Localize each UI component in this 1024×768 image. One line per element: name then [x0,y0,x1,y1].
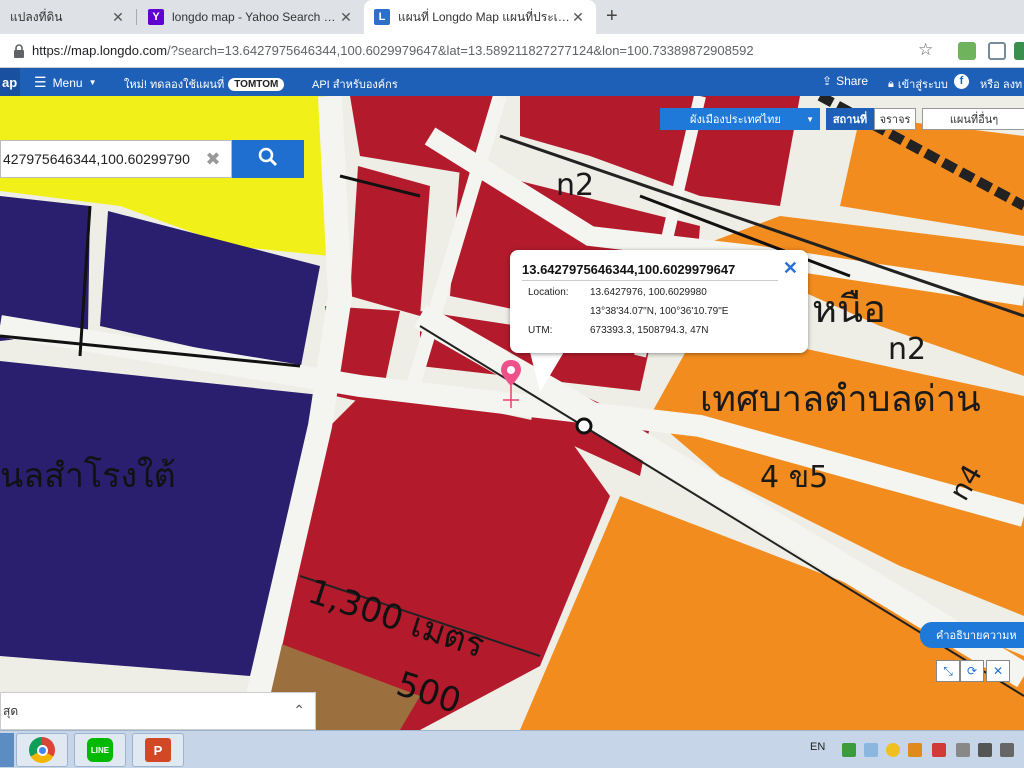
powerpoint-icon: P [145,738,171,762]
tab-divider [136,9,137,25]
location-pin-icon[interactable] [500,360,522,415]
close-icon[interactable]: ✕ [110,9,126,26]
share-button[interactable]: ⇪ Share [822,74,868,88]
menu-label: Menu [52,75,83,90]
results-label: สุด [3,703,19,718]
popup-tail [530,352,564,392]
language-indicator[interactable]: EN [810,741,825,753]
traffic-layer-button[interactable]: จราจร [874,108,916,130]
tomtom-promo[interactable]: ใหม่! ทดลองใช้แผนที่ TOMTOM [124,75,285,93]
chrome-icon [29,737,55,763]
other-maps-button[interactable]: แผนที่อื่นๆ [922,108,1024,130]
chrome-taskbar-button[interactable] [16,733,68,767]
rotate-icon[interactable]: ⟳ [960,660,984,682]
search-box: ✖ [0,140,232,178]
tab-yahoo-search[interactable]: Y longdo map - Yahoo Search Res ✕ [138,0,364,34]
login-button[interactable]: 🔒︎ เข้าสู่ระบบ [888,75,948,93]
chevron-up-icon[interactable]: ⌃ [293,702,305,719]
share-label: Share [836,74,869,88]
tab-longdo-map[interactable]: L แผนที่ Longdo Map แผนที่ประเทศไ ✕ [364,0,596,34]
extension-icon[interactable] [1014,42,1024,60]
lock-icon: 🔒︎ [888,77,894,90]
tray-network-icon[interactable] [864,743,878,757]
chevron-down-icon: ▼ [88,78,97,87]
search-results-bar[interactable]: สุด ⌃ [0,692,316,730]
longdo-icon: L [374,9,390,25]
url-host: https://map.longdo.com [32,43,168,58]
location-dms: 13°38'34.07"N, 100°36'10.79"E [590,306,729,317]
map-label-zone: 4 ข5 [760,460,829,495]
volume-icon[interactable] [1000,743,1014,757]
tray-line-icon[interactable] [842,743,856,757]
lock-icon[interactable] [12,43,26,58]
windows-taskbar: LINE P EN [0,730,1024,768]
close-icon[interactable]: ✕ [570,9,586,26]
map-label-north: หนือ [812,287,886,331]
login-label: เข้าสู่ระบบ [897,79,948,91]
address-bar: https://map.longdo.com/?search=13.642797… [0,34,1024,68]
url-path: /?search=13.6427975646344,100.6029979647… [167,43,754,58]
popup-title[interactable]: 13.6427975646344,100.6029979647 [522,262,735,277]
search-input[interactable] [1,151,201,167]
extension-icon[interactable] [988,42,1006,60]
search-button[interactable] [232,140,304,178]
powerpoint-taskbar-button[interactable]: P [132,733,184,767]
map-label-village: นลสำโรงใต้ [0,456,176,496]
url-field[interactable]: https://map.longdo.com/?search=13.642797… [32,43,754,58]
layer-selector: ผังเมืองประเทศไทย ▼ สถานที่ จราจร แผนที่… [660,108,1024,130]
yahoo-icon: Y [148,9,164,25]
promo-text: ใหม่! ทดลองใช้แผนที่ [124,79,225,91]
chevron-down-icon: ▼ [806,114,814,124]
share-icon: ⇪ [822,74,833,88]
action-center-icon[interactable] [978,743,992,757]
tray-camera-icon[interactable] [932,743,946,757]
location-popup: 13.6427975646344,100.6029979647 ✕ Locati… [510,250,808,353]
start-button[interactable] [0,733,14,767]
close-icon[interactable]: ✕ [783,258,798,279]
api-link[interactable]: API สำหรับองค์กร [312,75,398,93]
tray-app-icon[interactable] [908,743,922,757]
new-tab-button[interactable]: + [606,5,618,28]
hamburger-icon: ☰ [34,74,47,90]
place-layer-button[interactable]: สถานที่ [826,108,874,130]
location-label: Location: [528,287,569,298]
location-decimal: 13.6427976, 100.6029980 [590,287,707,298]
register-link[interactable]: หรือ ลงท [980,75,1022,93]
zoning-layer-label: ผังเมืองประเทศไทย [690,114,781,126]
map-label-municipality: เทศบาลตำบลด่าน [700,379,981,420]
utm-value: 673393.3, 1508794.3, 47N [590,325,709,336]
menu-button[interactable]: ☰ Menu ▼ [34,74,97,91]
longdo-logo[interactable]: ap [0,68,20,96]
tray-sun-icon[interactable] [886,743,900,757]
tab-land-plot[interactable]: แปลงที่ดิน ✕ [0,0,136,34]
tab-label: longdo map - Yahoo Search Res [172,10,338,24]
browser-tabstrip: แปลงที่ดิน ✕ Y longdo map - Yahoo Search… [0,0,1024,34]
search-icon [258,147,278,172]
line-taskbar-button[interactable]: LINE [74,733,126,767]
map-label-n2: n2 [556,168,595,203]
longdo-topnav: ap ☰ Menu ▼ ใหม่! ทดลองใช้แผนที่ TOMTOM … [0,68,1024,96]
tomtom-badge: TOMTOM [228,77,285,91]
zoning-layer-dropdown[interactable]: ผังเมืองประเทศไทย ▼ [660,108,820,130]
close-icon[interactable]: ✕ [338,9,354,26]
clear-icon[interactable]: ✖ [201,149,225,170]
tab-label: แผนที่ Longdo Map แผนที่ประเทศไ [398,9,570,24]
close-icon[interactable]: ✕ [986,660,1010,682]
map-label-n2: n2 [888,332,927,367]
legend-button[interactable]: คำอธิบายความห [920,622,1024,648]
extension-icon[interactable] [958,42,976,60]
facebook-icon[interactable]: f [954,74,969,89]
measure-icon[interactable]: ⤡ [936,660,960,682]
line-icon: LINE [87,738,113,762]
popup-divider [522,280,778,281]
star-icon[interactable]: ☆ [918,40,933,60]
signal-icon[interactable] [956,743,970,757]
utm-label: UTM: [528,325,553,336]
tab-label: แปลงที่ดิน [10,9,63,24]
